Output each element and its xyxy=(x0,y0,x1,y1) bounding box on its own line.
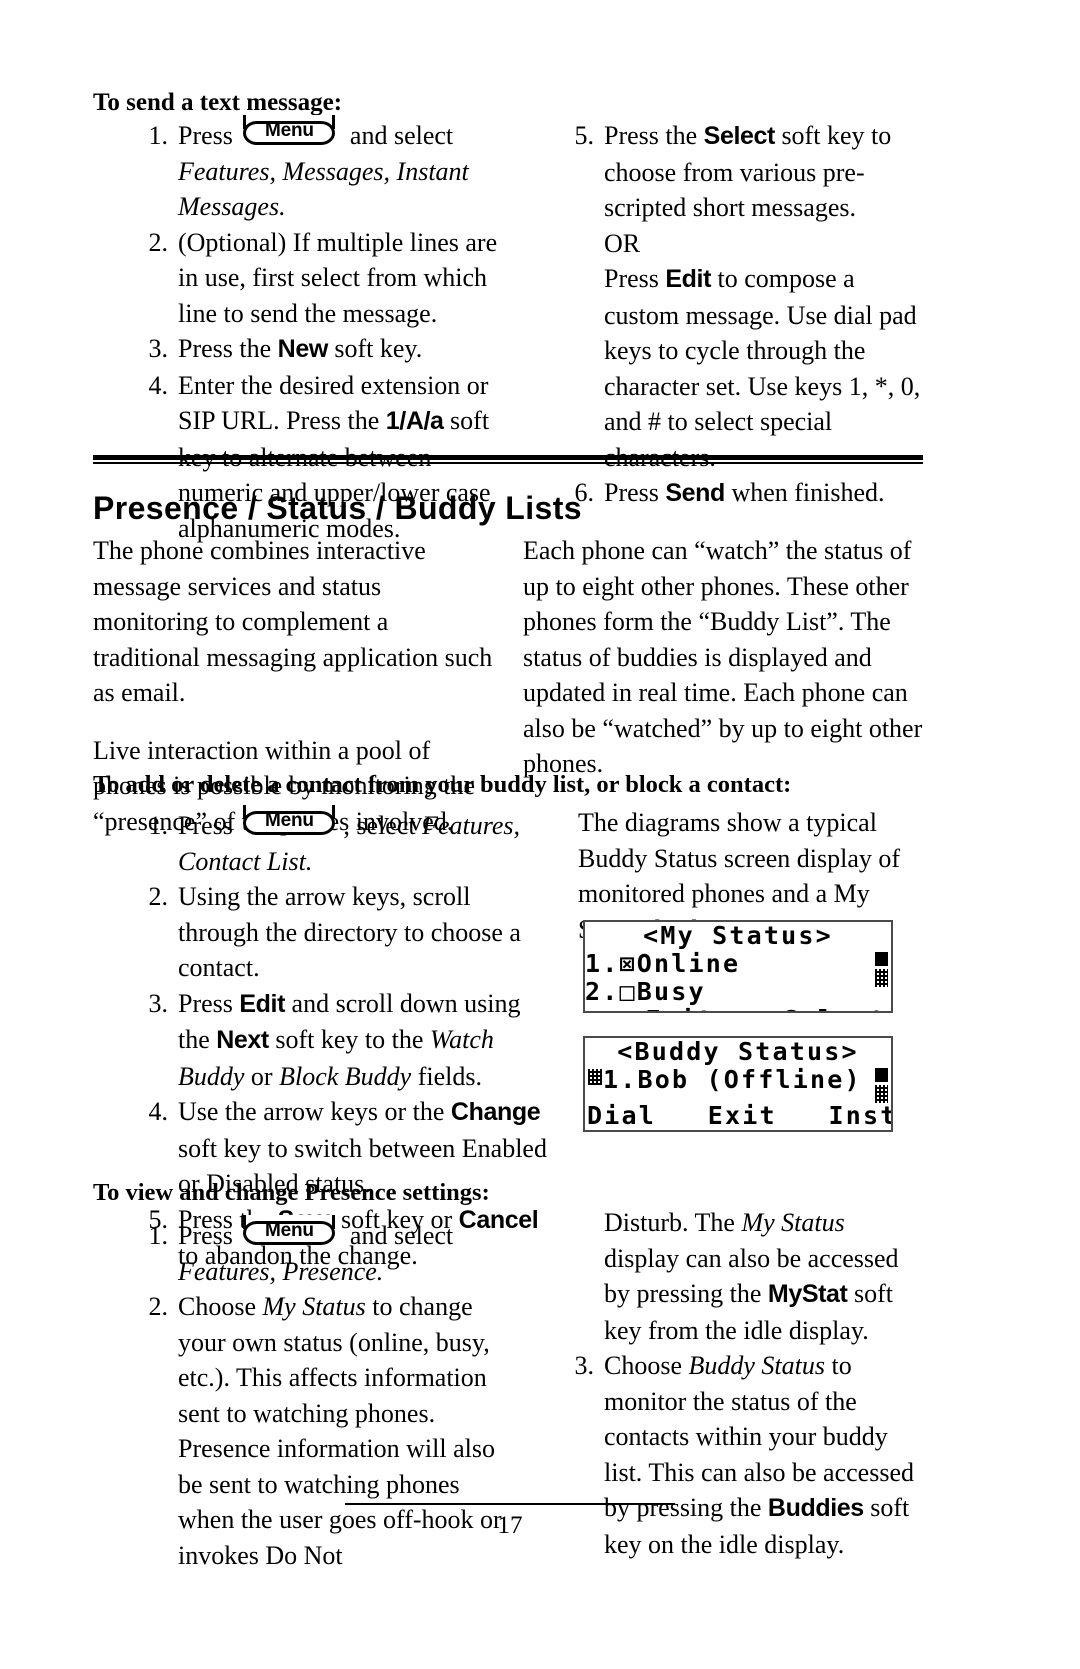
step-text: (Optional) If multiple lines are in use,… xyxy=(178,227,498,328)
menu-path-reference: My Status xyxy=(741,1208,845,1237)
procedure-step: 6. Press Send when finished. xyxy=(556,475,926,512)
manual-page: To send a text message: 1. Press Menu and… xyxy=(0,0,1080,1669)
step-text: Press Edit and scroll down using the Nex… xyxy=(178,988,521,1091)
lcd-option-row-busy: 2.□Busy xyxy=(585,977,706,1006)
step-text: Press the Select soft key to choose from… xyxy=(604,121,892,222)
lcd-option-row-online: 1.⊠Online xyxy=(585,949,741,978)
presence-steps-right: Disturb. The My Status display can also … xyxy=(556,1205,924,1562)
procedure-step: OR xyxy=(556,226,926,262)
soft-key-label: Edit xyxy=(665,265,712,293)
menu-key-label: Menu xyxy=(265,1220,314,1241)
soft-key-label: Next xyxy=(216,1026,269,1054)
soft-key-label: 1/A/a xyxy=(385,407,444,435)
lcd-softkey-row: Dial Exit InstMsg xyxy=(587,1101,891,1130)
footer-rule xyxy=(345,1503,675,1505)
scroll-track-icon xyxy=(875,1085,888,1103)
step-number: 2. xyxy=(148,882,169,911)
menu-path-reference: Buddy Status xyxy=(688,1351,826,1380)
scroll-up-indicator-icon xyxy=(875,952,888,966)
menu-hard-key[interactable]: Menu xyxy=(243,115,339,149)
procedure-step: 1. Press Menu and select Features, Presen… xyxy=(130,1215,502,1289)
soft-key-label: New xyxy=(277,335,329,363)
procedure-step: 2. Using the arrow keys, scroll through t… xyxy=(130,879,548,986)
heading-add-delete-block-contact: To add or delete a contact from your bud… xyxy=(93,771,792,798)
step-number: 2. xyxy=(148,227,169,257)
step-number: 3. xyxy=(574,1351,595,1380)
section-divider-rule-hairline xyxy=(93,462,923,464)
page-number: 17 xyxy=(497,1512,523,1539)
procedure-step: 5. Press the Select soft key to choose fr… xyxy=(556,118,926,226)
lcd-my-status-screen: <My Status> 1.⊠Online 2.□Busy Exit Selec… xyxy=(583,920,893,1013)
soft-key-label: Change xyxy=(450,1098,541,1126)
procedure-step: 3. Press the New soft key. xyxy=(130,331,500,368)
step-text: Press the New soft key. xyxy=(178,334,423,363)
menu-path-reference: My Status xyxy=(262,1292,366,1321)
step-number: 1. xyxy=(148,121,169,150)
step-number: 3. xyxy=(148,334,169,363)
menu-path-reference: Features, Messages, Instant Messages. xyxy=(178,156,469,222)
lcd-title-row: <Buddy Status> xyxy=(617,1037,859,1066)
step-number: 1. xyxy=(148,811,169,840)
send-text-steps-right: 5. Press the Select soft key to choose fr… xyxy=(556,118,926,512)
step-text: Press Menu and select Features, Presence… xyxy=(178,1215,453,1286)
lcd-title-row: <My Status> xyxy=(643,921,833,950)
scroll-up-indicator-icon xyxy=(875,1068,888,1082)
procedure-step: 2. (Optional) If multiple lines are in us… xyxy=(130,225,500,332)
ordered-step-list: 1. Press Menu and select Features, Messag… xyxy=(130,115,500,546)
body-paragraph: The phone combines interactive message s… xyxy=(93,536,493,707)
soft-key-label: Select xyxy=(703,122,776,150)
section-heading-presence-status-buddy-lists: Presence / Status / Buddy Lists xyxy=(93,490,582,526)
step-text: Press Menu, select Features, Contact Lis… xyxy=(178,805,521,876)
scroll-track-icon xyxy=(875,969,888,987)
menu-key-label: Menu xyxy=(265,120,314,141)
step-text: Press Edit to compose a custom message. … xyxy=(604,264,921,472)
procedure-step: 1. Press Menu, select Features, Contact L… xyxy=(130,805,548,879)
ordered-step-list: Disturb. The My Status display can also … xyxy=(556,1205,924,1562)
step-text: Press Menu and select Features, Messages… xyxy=(178,115,469,222)
lcd-softkey-row: Exit Select xyxy=(585,1006,891,1012)
heading-to-send-a-text-message: To send a text message: xyxy=(93,89,343,116)
procedure-step: Press Edit to compose a custom message. … xyxy=(556,261,926,475)
step-number: 1. xyxy=(148,1221,169,1250)
intro-paragraphs-right: Each phone can “watch” the status of up … xyxy=(523,533,923,804)
menu-path-reference: Features, Presence. xyxy=(178,1256,384,1286)
step-number: 4. xyxy=(148,1097,169,1126)
menu-hard-key[interactable]: Menu xyxy=(243,1215,339,1249)
menu-key-label: Menu xyxy=(265,810,314,831)
section-divider-rule xyxy=(93,455,923,460)
procedure-step: 1. Press Menu and select Features, Messag… xyxy=(130,115,500,225)
send-text-steps-left: 1. Press Menu and select Features, Messag… xyxy=(130,115,500,546)
buddy-presence-indicator-icon xyxy=(588,1069,602,1085)
menu-path-reference: Features, Contact List. xyxy=(178,811,521,876)
body-paragraph: Each phone can “watch” the status of up … xyxy=(523,536,923,778)
step-text: Press Send when finished. xyxy=(604,478,885,507)
step-text: Disturb. The My Status display can also … xyxy=(604,1208,899,1345)
step-number: 2. xyxy=(148,1292,169,1321)
step-text: Using the arrow keys, scroll through the… xyxy=(178,882,521,982)
soft-key-label: Buddies xyxy=(767,1494,864,1522)
step-number: 3. xyxy=(148,988,169,1018)
procedure-step: 3. Press Edit and scroll down using the N… xyxy=(130,986,548,1095)
heading-view-change-presence-settings: To view and change Presence settings: xyxy=(93,1179,490,1206)
lcd-buddy-row: 1.Bob (Offline) xyxy=(603,1065,862,1094)
lcd-buddy-status-screen: <Buddy Status> 1.Bob (Offline) Dial Exit… xyxy=(583,1036,893,1132)
step-number: 4. xyxy=(148,370,169,400)
soft-key-label: Send xyxy=(665,479,725,507)
step-number: 5. xyxy=(574,121,595,150)
soft-key-label: Edit xyxy=(239,989,286,1018)
menu-path-reference: Block Buddy xyxy=(279,1061,412,1091)
procedure-step: Disturb. The My Status display can also … xyxy=(556,1205,924,1348)
ordered-step-list: 5. Press the Select soft key to choose fr… xyxy=(556,118,926,512)
menu-hard-key[interactable]: Menu xyxy=(243,805,339,839)
soft-key-label: MyStat xyxy=(767,1280,848,1308)
step-text: OR xyxy=(604,228,641,258)
